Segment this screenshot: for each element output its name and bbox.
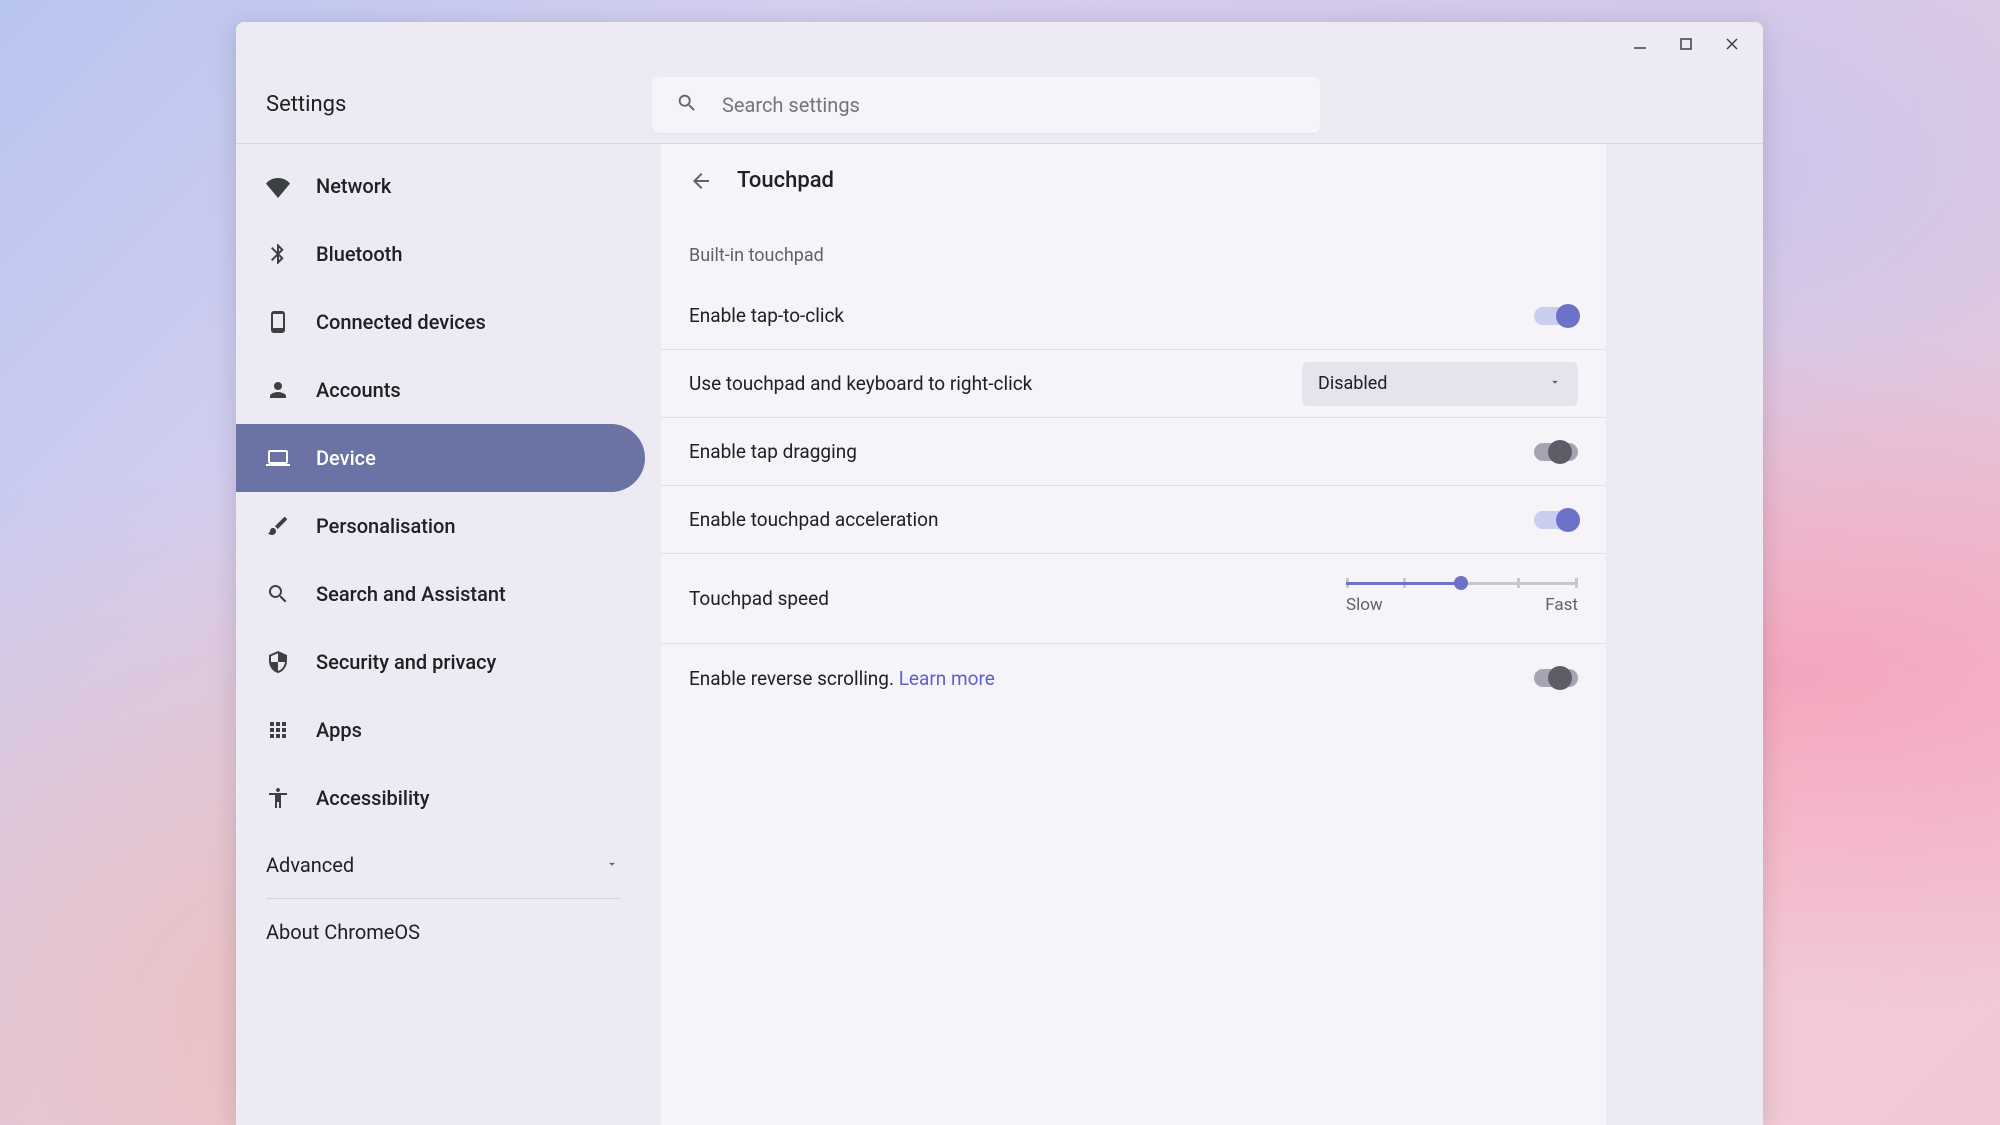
close-button[interactable]: [1709, 24, 1755, 64]
right-click-dropdown[interactable]: Disabled: [1302, 362, 1578, 406]
brush-icon: [266, 514, 316, 538]
sidebar-item-personalisation[interactable]: Personalisation: [236, 492, 645, 560]
learn-more-link[interactable]: Learn more: [899, 667, 995, 690]
person-icon: [266, 378, 316, 402]
sidebar-item-accessibility[interactable]: Accessibility: [236, 764, 645, 832]
sidebar-item-device[interactable]: Device: [236, 424, 645, 492]
chevron-down-icon: [605, 856, 619, 875]
tap-to-click-toggle[interactable]: [1534, 307, 1578, 325]
tap-dragging-toggle[interactable]: [1534, 443, 1578, 461]
nav-label: Personalisation: [316, 514, 455, 538]
setting-label: Enable reverse scrolling. Learn more: [689, 667, 995, 690]
setting-acceleration: Enable touchpad acceleration: [661, 486, 1606, 554]
advanced-toggle[interactable]: Advanced: [236, 832, 651, 898]
bluetooth-icon: [266, 242, 316, 266]
about-chromeos[interactable]: About ChromeOS: [236, 899, 651, 965]
sidebar-item-bluetooth[interactable]: Bluetooth: [236, 220, 645, 288]
nav-label: Network: [316, 174, 391, 198]
header: Settings: [236, 66, 1763, 144]
maximize-button[interactable]: [1663, 24, 1709, 64]
titlebar: [236, 22, 1763, 66]
acceleration-toggle[interactable]: [1534, 511, 1578, 529]
sidebar-item-apps[interactable]: Apps: [236, 696, 645, 764]
nav-label: Accounts: [316, 378, 401, 402]
speed-slider[interactable]: Slow Fast: [1346, 582, 1578, 615]
content-area: Touchpad Built-in touchpad Enable tap-to…: [651, 144, 1763, 1125]
fast-label: Fast: [1545, 595, 1578, 615]
settings-window: Settings Network Bluetooth Connected de: [236, 22, 1763, 1125]
nav-label: Security and privacy: [316, 650, 496, 674]
wifi-icon: [266, 174, 316, 198]
content-card: Touchpad Built-in touchpad Enable tap-to…: [661, 144, 1606, 1125]
grid-icon: [266, 718, 316, 742]
nav-label: Connected devices: [316, 310, 486, 334]
chevron-down-icon: [1548, 373, 1562, 394]
dropdown-value: Disabled: [1318, 373, 1387, 394]
setting-speed: Touchpad speed Slow: [661, 554, 1606, 644]
nav-label: Bluetooth: [316, 242, 402, 266]
search-icon: [266, 582, 316, 606]
accessibility-icon: [266, 786, 316, 810]
nav-label: Accessibility: [316, 786, 430, 810]
setting-tap-dragging: Enable tap dragging: [661, 418, 1606, 486]
phone-icon: [266, 310, 316, 334]
setting-label: Touchpad speed: [689, 587, 829, 610]
setting-label: Enable tap dragging: [689, 440, 857, 463]
search-box[interactable]: [652, 77, 1320, 133]
search-icon: [676, 92, 722, 118]
sidebar-item-network[interactable]: Network: [236, 152, 645, 220]
nav-label: Apps: [316, 718, 362, 742]
setting-label: Use touchpad and keyboard to right-click: [689, 372, 1032, 395]
section-label: Built-in touchpad: [661, 217, 1606, 282]
setting-label: Enable tap-to-click: [689, 304, 844, 327]
sidebar-item-connected-devices[interactable]: Connected devices: [236, 288, 645, 356]
app-title: Settings: [266, 92, 652, 117]
setting-label: Enable touchpad acceleration: [689, 508, 938, 531]
setting-reverse-scrolling: Enable reverse scrolling. Learn more: [661, 644, 1606, 712]
sidebar-item-search-assistant[interactable]: Search and Assistant: [236, 560, 645, 628]
laptop-icon: [266, 446, 316, 470]
nav-label: Search and Assistant: [316, 582, 506, 606]
shield-icon: [266, 650, 316, 674]
sidebar-item-accounts[interactable]: Accounts: [236, 356, 645, 424]
setting-tap-to-click: Enable tap-to-click: [661, 282, 1606, 350]
sidebar: Network Bluetooth Connected devices Acco…: [236, 144, 651, 1125]
nav-label: Device: [316, 446, 376, 470]
sidebar-item-security-privacy[interactable]: Security and privacy: [236, 628, 645, 696]
slow-label: Slow: [1346, 595, 1383, 615]
page-title: Touchpad: [737, 168, 834, 193]
minimize-button[interactable]: [1617, 24, 1663, 64]
search-input[interactable]: [722, 93, 1222, 117]
page-header: Touchpad: [661, 144, 1606, 217]
setting-right-click: Use touchpad and keyboard to right-click…: [661, 350, 1606, 418]
reverse-scrolling-toggle[interactable]: [1534, 669, 1578, 687]
back-button[interactable]: [689, 169, 713, 193]
